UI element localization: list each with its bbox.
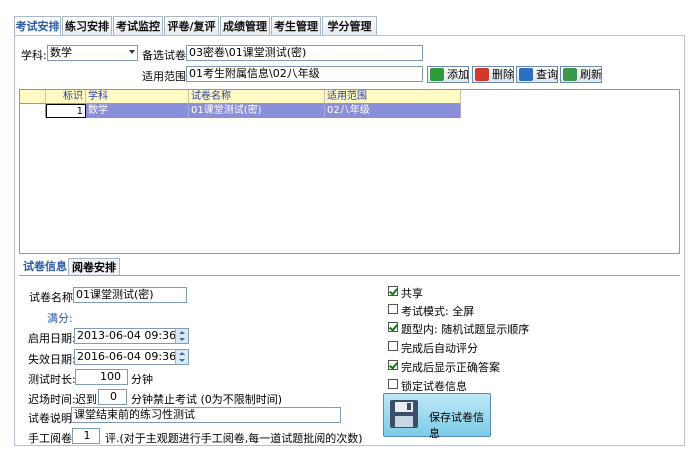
late-time-input[interactable]: 0 — [98, 389, 127, 405]
paper-input[interactable]: 03密卷\01课堂测试(密) — [186, 45, 423, 61]
start-date-spinner-icon[interactable] — [175, 329, 188, 343]
paper-label: 备选试卷: — [142, 49, 190, 62]
tab-credit-management[interactable]: 学分管理 — [322, 16, 377, 35]
tab-practice-schedule[interactable]: 练习安排 — [62, 16, 112, 35]
tab-grading[interactable]: 评卷/复评 — [164, 16, 219, 35]
save-paper-button-label: 保存试卷信息 — [429, 411, 484, 440]
late-prefix: 迟到 — [75, 393, 97, 406]
description-input[interactable]: 课堂结束前的练习性测试 — [71, 407, 341, 423]
main-tabbar: 考试安排 练习安排 考试监控 评卷/复评 成绩管理 考生管理 学分管理 — [14, 16, 685, 36]
delete-icon — [475, 68, 489, 81]
table-row-indicator[interactable] — [20, 104, 46, 118]
table-row-id[interactable]: 1 — [46, 104, 86, 118]
table-row-scope[interactable]: 02八年级 — [325, 104, 461, 118]
option-label[interactable]: 锁定试卷信息 — [401, 378, 467, 394]
option-checkbox[interactable] — [388, 360, 398, 370]
grid-header-paper[interactable]: 试卷名称 — [189, 90, 325, 104]
start-date-label: 启用日期: — [28, 332, 76, 345]
tab-exam-monitor[interactable]: 考试监控 — [113, 16, 163, 35]
paper-name-label: 试卷名称: — [29, 291, 77, 304]
option-label[interactable]: 共享 — [401, 285, 423, 301]
option-checkbox[interactable] — [388, 304, 398, 314]
option-checkbox[interactable] — [388, 379, 398, 389]
delete-button-label: 删除 — [492, 68, 514, 81]
subject-select-value: 数学 — [50, 46, 72, 59]
table-row-subject[interactable]: 数学 — [86, 104, 189, 118]
manual-grading-input[interactable]: 1 — [72, 428, 100, 444]
manual-grading-suffix: 评.(对于主观题进行手工阅卷,每一道试题批阅的次数) — [105, 432, 363, 445]
duration-label: 测试时长: — [28, 373, 76, 386]
option-checkbox[interactable] — [388, 341, 398, 351]
end-date-value: 2016-06-04 09:36:02 — [77, 350, 189, 363]
late-suffix: 分钟禁止考试 (0为不限制时间) — [131, 393, 283, 406]
add-button[interactable]: 添加 — [427, 66, 469, 83]
tab-student-management[interactable]: 考生管理 — [271, 16, 321, 35]
paper-name-input[interactable]: 01课堂测试(密) — [73, 287, 187, 303]
subject-label: 学科: — [21, 49, 47, 62]
refresh-icon — [563, 68, 577, 81]
query-button[interactable]: 查询 — [516, 66, 558, 83]
end-date-label: 失效日期: — [28, 353, 76, 366]
tab-paper-info[interactable]: 试卷信息 — [20, 258, 70, 275]
end-date-spinner-icon[interactable] — [175, 350, 188, 364]
start-date-picker[interactable]: 2013-06-04 09:36:02 — [74, 328, 189, 344]
scope-label: 适用范围: — [142, 70, 190, 83]
delete-button[interactable]: 删除 — [472, 66, 514, 83]
option-checkbox[interactable] — [388, 286, 398, 296]
refresh-button[interactable]: 刷新 — [560, 66, 602, 83]
start-date-value: 2013-06-04 09:36:02 — [77, 329, 189, 342]
full-score-label: 满分: — [47, 312, 73, 325]
grid-header-scope[interactable]: 适用范围 — [325, 90, 461, 104]
table-row-paper[interactable]: 01课堂测试(密) — [189, 104, 325, 118]
tab-grading-schedule[interactable]: 阅卷安排 — [68, 258, 120, 275]
scope-input[interactable]: 01考生附属信息\02八年级 — [186, 66, 423, 82]
tab-exam-schedule[interactable]: 考试安排 — [14, 16, 61, 36]
query-button-label: 查询 — [536, 68, 558, 81]
option-label[interactable]: 完成后自动评分 — [401, 340, 478, 356]
add-button-label: 添加 — [447, 68, 469, 81]
save-paper-button[interactable]: 保存试卷信息 — [383, 393, 491, 440]
grid-header-subject[interactable]: 学科 — [86, 90, 189, 104]
late-time-label: 迟场时间: — [28, 393, 76, 406]
option-label[interactable]: 完成后显示正确答案 — [401, 359, 500, 375]
lower-tabbar-line — [19, 275, 680, 276]
refresh-button-label: 刷新 — [580, 68, 602, 81]
end-date-picker[interactable]: 2016-06-04 09:36:02 — [74, 349, 189, 365]
add-icon — [430, 68, 444, 81]
chevron-down-icon — [129, 50, 135, 54]
option-label[interactable]: 考试模式: 全屏 — [401, 303, 474, 319]
tab-score-management[interactable]: 成绩管理 — [220, 16, 270, 35]
option-checkbox[interactable] — [388, 322, 398, 332]
option-label[interactable]: 题型内: 随机试题显示顺序 — [401, 321, 529, 337]
grid-header-id[interactable]: 标识 — [46, 90, 86, 104]
exam-grid[interactable]: 标识 学科 试卷名称 适用范围 1 数学 01课堂测试(密) 02八年级 — [19, 89, 680, 254]
duration-input[interactable]: 100 — [75, 369, 128, 385]
search-icon — [519, 68, 533, 81]
description-label: 试卷说明: — [28, 412, 76, 425]
subject-select[interactable]: 数学 — [47, 45, 138, 61]
grid-corner — [20, 90, 46, 104]
manual-grading-label: 手工阅卷: — [28, 432, 76, 445]
floppy-disk-icon — [390, 400, 418, 428]
duration-unit: 分钟 — [131, 373, 153, 386]
